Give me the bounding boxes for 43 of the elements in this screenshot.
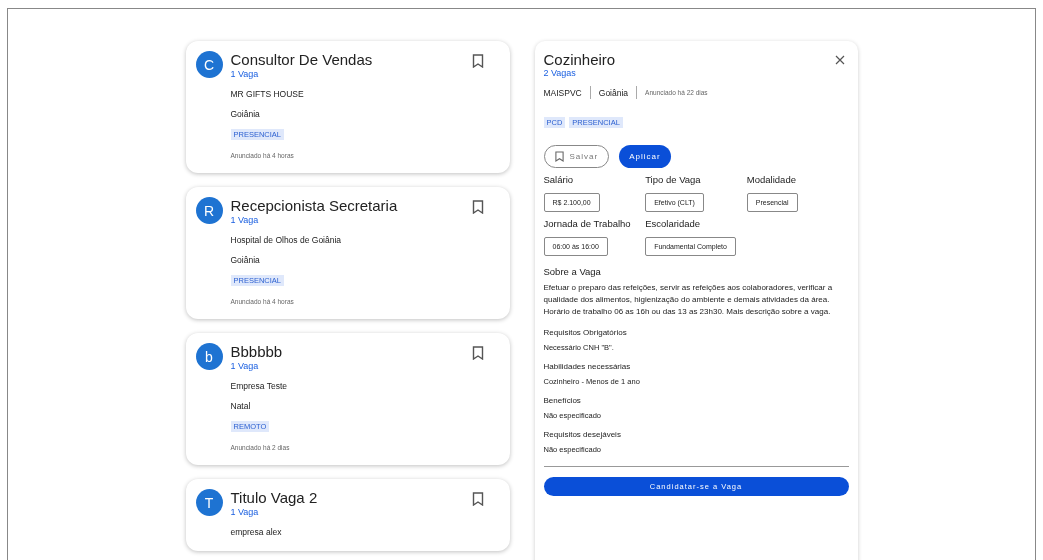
section-title: Benefícios	[543, 396, 582, 405]
save-button[interactable]: Salvar	[543, 145, 610, 168]
company-name: MR GIFTS HOUSE	[230, 89, 305, 99]
close-icon[interactable]	[834, 55, 845, 65]
city-name: Goiânia	[230, 109, 261, 119]
job-title: Titulo Vaga 2	[230, 489, 319, 507]
job-title: Cozinheiro	[543, 51, 616, 68]
job-title: Consultor De Vendas	[230, 51, 374, 69]
vacancy-count: 1 Vaga	[230, 69, 260, 79]
company-name: Hospital de Olhos de Goiânia	[230, 235, 343, 245]
company-name: empresa alex	[230, 527, 283, 537]
section-title: Habilidades necessárias	[543, 362, 632, 371]
bookmark-icon	[554, 151, 564, 162]
field-label: Tipo de Vaga	[645, 174, 702, 185]
section-title: Requisitos Obrigatórios	[543, 328, 628, 337]
field-label: Salário	[543, 174, 575, 185]
vacancy-count: 1 Vaga	[230, 215, 260, 225]
field-label: Modalidade	[746, 174, 797, 185]
company-name: Empresa Teste	[230, 381, 289, 391]
apply-button[interactable]: Aplicar	[619, 145, 671, 168]
vacancy-count: 2 Vagas	[543, 68, 577, 78]
avatar-initial: b	[195, 343, 223, 370]
field-label: Jornada de Trabalho	[543, 218, 632, 229]
city-name: Goiânia	[598, 87, 629, 98]
vacancy-count: 1 Vaga	[230, 361, 260, 371]
vacancy-count: 1 Vaga	[230, 507, 260, 517]
avatar-initial: T	[195, 489, 223, 516]
company-name: MAISPVC	[543, 87, 582, 98]
job-title: Bbbbbb	[230, 343, 284, 361]
avatar-initial: C	[195, 51, 223, 78]
avatar-initial: R	[195, 197, 223, 224]
job-title: Recepcionista Secretaria	[230, 197, 399, 215]
bookmark-icon[interactable]	[471, 54, 484, 68]
bookmark-icon[interactable]	[471, 346, 484, 360]
city-name: Goiânia	[230, 255, 261, 265]
description-text: Efetuar o preparo das refeições, servir as refeições aos colaboradores, verificar a qualidade dos alimentos, higienização do ambiente e demais atividades da área. Horário de trabalho 06 as 16h ou das 13 as 23h30. Mais descrição sobre a vaga.	[543, 282, 834, 318]
section-title: Requisitos desejáveis	[543, 430, 622, 439]
bookmark-icon[interactable]	[471, 492, 484, 506]
job-card[interactable]: T Titulo Vaga 2 1 Vaga empresa alex	[185, 479, 510, 551]
city-name: Natal	[230, 401, 252, 411]
field-label: Escolaridade	[645, 218, 702, 229]
section-title: Sobre a Vaga	[543, 266, 602, 277]
bookmark-icon[interactable]	[471, 200, 484, 214]
